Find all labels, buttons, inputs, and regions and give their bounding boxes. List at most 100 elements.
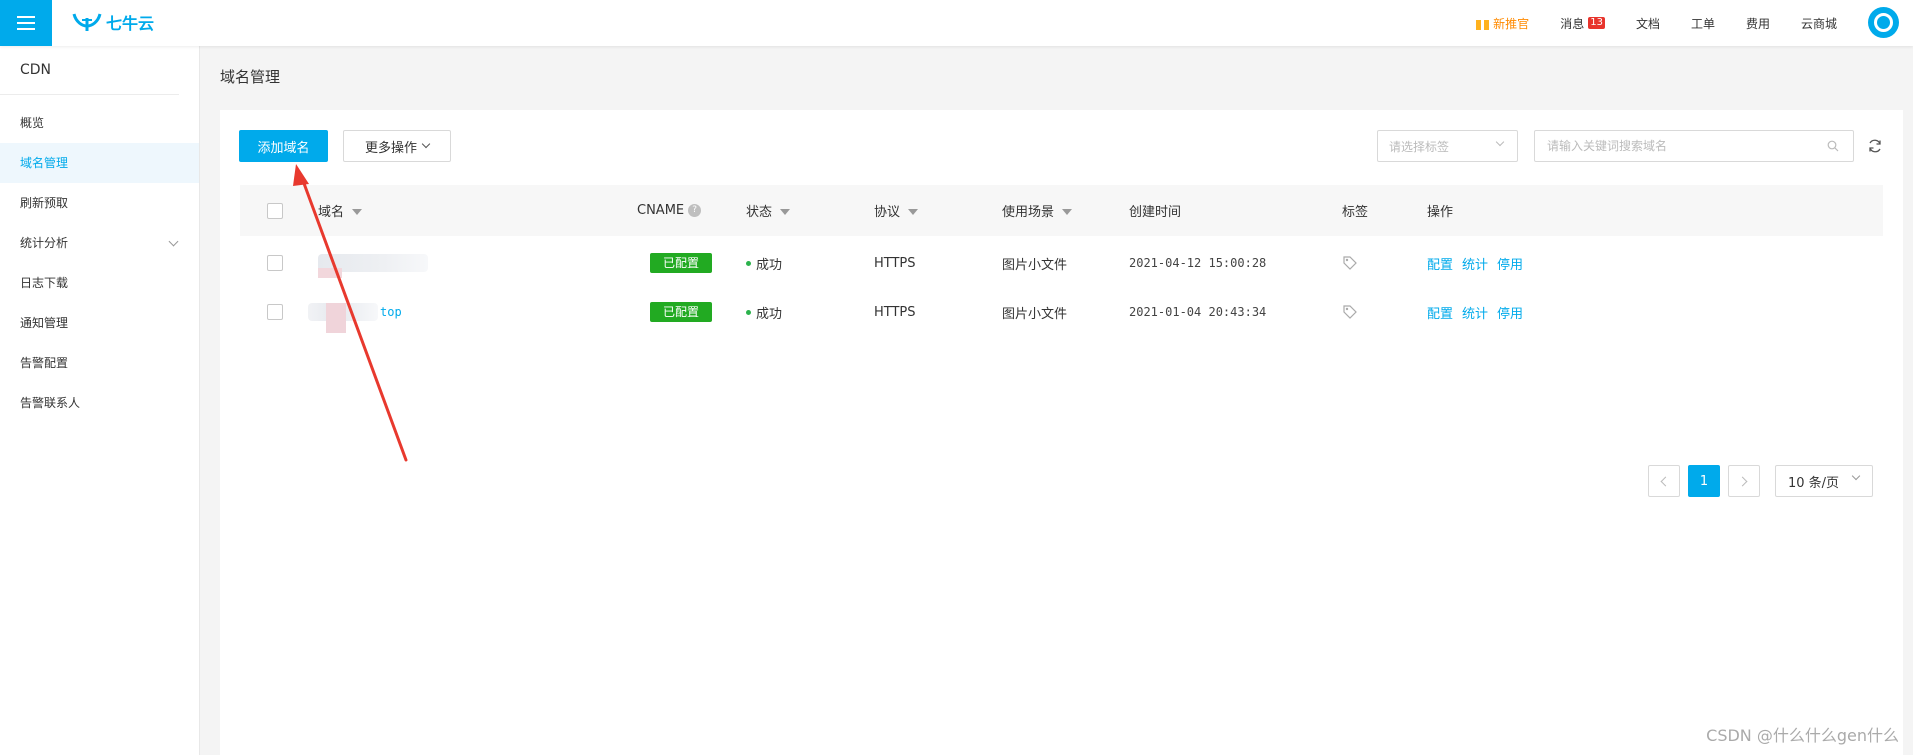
column-actions: 操作 — [1427, 205, 1454, 220]
domain-name[interactable]: top — [308, 288, 402, 336]
search-input[interactable] — [1535, 131, 1815, 161]
tag-select[interactable]: 请选择标签 — [1377, 130, 1518, 162]
status-cell: 成功 — [746, 288, 782, 336]
nav-marketplace[interactable]: 云商城 — [1801, 15, 1837, 32]
nav-marketplace-label: 云商城 — [1800, 16, 1837, 31]
gift-icon — [1476, 16, 1490, 30]
filter-icon[interactable] — [780, 208, 791, 215]
hamburger-icon — [17, 16, 35, 30]
cname-status-badge: 已配置 — [650, 302, 713, 322]
domain-list-card: 添加域名 更多操作 请选择标签 域名 CNAME ? 状态 — [220, 110, 1903, 755]
chevron-down-icon — [1495, 137, 1505, 147]
column-status-label: 状态 — [746, 205, 773, 220]
status-dot-icon — [746, 309, 751, 315]
cname-status-badge: 已配置 — [650, 253, 713, 273]
prev-page-button[interactable] — [1648, 465, 1680, 497]
next-page-button[interactable] — [1728, 465, 1760, 497]
chevron-left-icon — [1660, 476, 1671, 486]
sidebar-item-alert-config[interactable]: 告警配置 — [0, 343, 199, 383]
nav-messages[interactable]: 消息 13 — [1560, 15, 1605, 32]
config-link[interactable]: 配置 — [1427, 303, 1453, 322]
stats-link[interactable]: 统计 — [1462, 303, 1488, 322]
qiniu-logo-icon — [72, 13, 102, 31]
sidebar: CDN 概览 域名管理 刷新预取 统计分析 日志下载 通知管理 告警配置 告警联… — [0, 46, 200, 755]
add-domain-button[interactable]: 添加域名 — [239, 130, 328, 162]
sidebar-item-refresh-prefetch[interactable]: 刷新预取 — [0, 183, 199, 223]
column-domain-label: 域名 — [318, 205, 345, 220]
row-checkbox[interactable] — [267, 304, 283, 320]
sidebar-item-statistics-label: 统计分析 — [20, 236, 69, 250]
sidebar-menu: 概览 域名管理 刷新预取 统计分析 日志下载 通知管理 告警配置 告警联系人 — [0, 103, 199, 423]
protocol-cell: HTTPS — [874, 255, 916, 271]
column-created: 创建时间 — [1129, 205, 1182, 220]
nav-tickets-label: 工单 — [1690, 16, 1715, 31]
status-dot-icon — [746, 260, 751, 266]
tag-icon[interactable] — [1342, 304, 1358, 320]
select-all-checkbox[interactable] — [267, 202, 283, 219]
page-size-select[interactable]: 10 条/页 — [1775, 465, 1873, 497]
column-scene: 使用场景 — [1002, 185, 1073, 236]
column-protocol-label: 协议 — [874, 205, 901, 220]
row-checkbox[interactable] — [267, 255, 283, 271]
disable-link[interactable]: 停用 — [1497, 303, 1523, 322]
avatar[interactable] — [1868, 7, 1899, 38]
nav-promo-label: 新推官 — [1493, 16, 1530, 31]
search-box — [1534, 130, 1854, 162]
filter-icon[interactable] — [1062, 208, 1073, 215]
page-title: 域名管理 — [220, 68, 281, 86]
search-icon[interactable] — [1827, 140, 1839, 152]
message-count-badge: 13 — [1588, 17, 1605, 29]
sidebar-item-domain-management[interactable]: 域名管理 — [0, 143, 199, 183]
status-cell: 成功 — [746, 239, 782, 287]
disable-link[interactable]: 停用 — [1497, 254, 1523, 273]
column-scene-label: 使用场景 — [1002, 205, 1055, 220]
domain-suffix: top — [380, 305, 402, 319]
domain-name[interactable] — [318, 239, 428, 287]
stats-link[interactable]: 统计 — [1462, 254, 1488, 273]
status-text: 成功 — [756, 257, 783, 273]
sidebar-item-statistics[interactable]: 统计分析 — [0, 223, 199, 263]
logo[interactable]: 七牛云 — [72, 9, 154, 35]
chevron-down-icon — [1851, 471, 1861, 481]
page-number-current[interactable]: 1 — [1688, 465, 1720, 497]
nav-billing-label: 费用 — [1745, 16, 1770, 31]
table-row: top 已配置 成功 HTTPS 图片小文件 2021-01-04 20:43:… — [240, 288, 1883, 336]
chevron-down-icon — [421, 139, 431, 149]
table-row: 已配置 成功 HTTPS 图片小文件 2021-04-12 15:00:28 配… — [240, 239, 1883, 287]
tag-select-placeholder: 请选择标签 — [1389, 139, 1450, 154]
nav-docs[interactable]: 文档 — [1636, 15, 1660, 32]
redacted-domain — [308, 303, 378, 333]
sidebar-item-log-download[interactable]: 日志下载 — [0, 263, 199, 303]
sidebar-item-notifications[interactable]: 通知管理 — [0, 303, 199, 343]
more-actions-label: 更多操作 — [364, 140, 417, 156]
sidebar-title: CDN — [0, 46, 179, 95]
column-status: 状态 — [746, 185, 791, 236]
column-protocol: 协议 — [874, 185, 919, 236]
column-cname-label: CNAME — [637, 203, 685, 218]
sidebar-item-alert-contacts[interactable]: 告警联系人 — [0, 383, 199, 423]
filter-icon[interactable] — [352, 208, 363, 215]
refresh-icon[interactable] — [1867, 138, 1883, 154]
created-cell: 2021-04-12 15:00:28 — [1129, 256, 1267, 270]
menu-button[interactable] — [0, 0, 52, 46]
nav-tickets[interactable]: 工单 — [1691, 15, 1715, 32]
protocol-cell: HTTPS — [874, 304, 916, 320]
more-actions-button[interactable]: 更多操作 — [343, 130, 451, 162]
nav-promo[interactable]: 新推官 — [1476, 15, 1529, 32]
scene-cell: 图片小文件 — [1002, 306, 1068, 322]
logo-text: 七牛云 — [106, 14, 155, 33]
watermark: CSDN @什么什么gen什么 — [1706, 726, 1899, 745]
table-header: 域名 CNAME ? 状态 协议 使用场景 创建时间 标签 操作 — [240, 185, 1883, 236]
nav-messages-label: 消息 — [1560, 16, 1585, 31]
chevron-down-icon — [168, 236, 179, 247]
top-nav: 新推官 消息 13 文档 工单 费用 云商城 — [1476, 0, 1837, 46]
config-link[interactable]: 配置 — [1427, 254, 1453, 273]
chevron-right-icon — [1737, 476, 1748, 486]
column-cname: CNAME ? — [637, 185, 702, 236]
nav-billing[interactable]: 费用 — [1746, 15, 1770, 32]
help-icon[interactable]: ? — [688, 204, 702, 217]
tag-icon[interactable] — [1342, 255, 1358, 271]
column-domain: 域名 — [318, 185, 363, 236]
sidebar-item-overview[interactable]: 概览 — [0, 103, 199, 143]
filter-icon[interactable] — [908, 208, 919, 215]
